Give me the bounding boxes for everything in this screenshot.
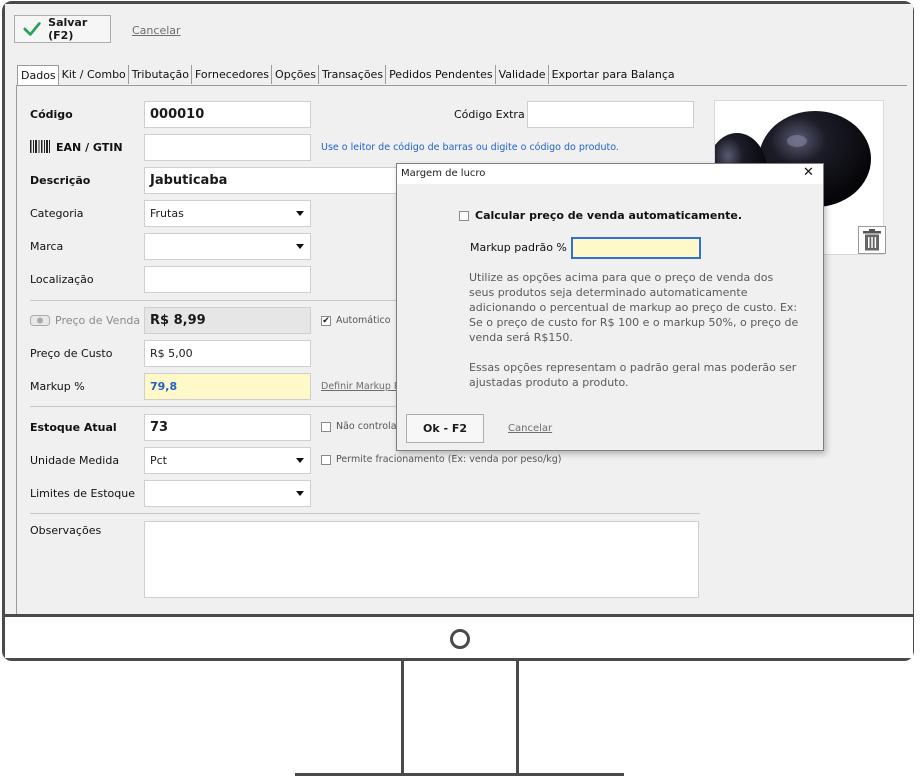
save-button-label: Salvar (F2) bbox=[48, 16, 88, 42]
preco-custo-label: Preço de Custo bbox=[30, 347, 113, 360]
check-icon bbox=[23, 22, 41, 36]
preco-venda-field: R$ 8,99 bbox=[144, 307, 311, 334]
auto-calc-label: Calcular preço de venda automaticamente. bbox=[475, 209, 743, 222]
ean-label: EAN / GTIN bbox=[56, 141, 123, 154]
estoque-atual-field[interactable]: 73 bbox=[144, 414, 311, 441]
auto-calc-checkbox[interactable] bbox=[459, 211, 469, 221]
chevron-down-icon bbox=[296, 211, 304, 216]
tab-opcoes[interactable]: Opções bbox=[272, 65, 319, 84]
localizacao-field[interactable] bbox=[144, 266, 311, 293]
tab-bar: Dados Kit / Combo Tributação Fornecedore… bbox=[17, 65, 677, 85]
definir-markup-link[interactable]: Definir Markup P bbox=[321, 381, 400, 392]
ok-button[interactable]: Ok - F2 bbox=[406, 414, 484, 443]
marca-select[interactable] bbox=[144, 233, 311, 260]
section-divider bbox=[30, 513, 700, 514]
nao-controlar-checkbox[interactable] bbox=[321, 422, 331, 432]
limites-estoque-label: Limites de Estoque bbox=[30, 487, 135, 500]
power-led-icon bbox=[450, 629, 470, 649]
unidade-medida-value: Pct bbox=[150, 454, 167, 467]
stand-leg-right bbox=[516, 661, 519, 773]
categoria-label: Categoria bbox=[30, 207, 84, 220]
chevron-down-icon bbox=[296, 458, 304, 463]
marca-label: Marca bbox=[30, 240, 64, 253]
dialog-description-1: Utilize as opções acima para que o preço… bbox=[469, 271, 799, 344]
estoque-atual-label: Estoque Atual bbox=[30, 421, 117, 434]
localizacao-label: Localização bbox=[30, 273, 94, 286]
codigo-extra-field[interactable] bbox=[527, 101, 694, 128]
eye-icon bbox=[30, 315, 50, 326]
observacoes-textarea[interactable] bbox=[144, 521, 699, 598]
descricao-label: Descrição bbox=[30, 174, 91, 187]
tab-fornecedores[interactable]: Fornecedores bbox=[192, 65, 273, 84]
markup-padrao-field[interactable] bbox=[571, 237, 701, 259]
unidade-medida-label: Unidade Medida bbox=[30, 454, 120, 467]
delete-image-button[interactable] bbox=[858, 226, 886, 254]
observacoes-label: Observações bbox=[30, 524, 102, 537]
save-button[interactable]: Salvar (F2) bbox=[14, 15, 111, 43]
dialog-description-2: Essas opções representam o padrão geral … bbox=[469, 361, 797, 389]
markup-field[interactable]: 79,8 bbox=[144, 373, 311, 400]
markup-padrao-label: Markup padrão % bbox=[470, 241, 567, 254]
codigo-label: Código bbox=[30, 108, 73, 121]
tab-tributacao[interactable]: Tributação bbox=[129, 65, 192, 84]
preco-custo-field[interactable]: R$ 5,00 bbox=[144, 340, 311, 367]
barcode-icon bbox=[30, 140, 50, 153]
close-icon[interactable]: ✕ bbox=[803, 165, 814, 180]
cancel-link[interactable]: Cancelar bbox=[132, 24, 181, 37]
trash-icon bbox=[863, 229, 881, 251]
automatico-checkbox[interactable]: ✔ bbox=[321, 316, 331, 326]
unidade-medida-select[interactable]: Pct bbox=[144, 447, 311, 474]
fracionamento-label: Permite fracionamento (Ex: venda por pes… bbox=[336, 454, 562, 465]
tab-transacoes[interactable]: Transações bbox=[319, 65, 387, 84]
ean-hint: Use o leitor de código de barras ou digi… bbox=[321, 142, 619, 153]
fracionamento-checkbox[interactable] bbox=[321, 455, 331, 465]
ean-field[interactable] bbox=[144, 134, 311, 161]
codigo-field[interactable]: 000010 bbox=[144, 101, 311, 128]
dialog-title: Margem de lucro bbox=[401, 168, 486, 179]
tab-dados[interactable]: Dados bbox=[17, 65, 59, 85]
chevron-down-icon bbox=[296, 244, 304, 249]
categoria-value: Frutas bbox=[150, 207, 184, 220]
descricao-field[interactable]: Jabuticaba bbox=[144, 167, 404, 194]
limites-estoque-select[interactable] bbox=[144, 480, 311, 507]
dialog-cancel-link[interactable]: Cancelar bbox=[508, 423, 552, 434]
tab-validade[interactable]: Validade bbox=[496, 65, 549, 84]
tab-pedidos-pendentes[interactable]: Pedidos Pendentes bbox=[386, 65, 496, 84]
categoria-select[interactable]: Frutas bbox=[144, 200, 311, 227]
tab-exportar-balanca[interactable]: Exportar para Balança bbox=[549, 65, 677, 84]
chevron-down-icon bbox=[296, 491, 304, 496]
stand-base bbox=[295, 773, 624, 776]
automatico-label: Automático bbox=[336, 315, 391, 326]
stand-leg-left bbox=[401, 661, 404, 773]
markup-dialog: Margem de lucro ✕ Calcular preço de vend… bbox=[396, 163, 824, 451]
codigo-extra-label: Código Extra bbox=[454, 108, 525, 121]
nao-controlar-label: Não controla bbox=[336, 421, 397, 432]
dialog-description: Utilize as opções acima para que o preço… bbox=[469, 270, 799, 390]
preco-venda-label: Preço de Venda bbox=[55, 314, 141, 327]
markup-label: Markup % bbox=[30, 380, 85, 393]
tab-kit-combo[interactable]: Kit / Combo bbox=[59, 65, 129, 84]
